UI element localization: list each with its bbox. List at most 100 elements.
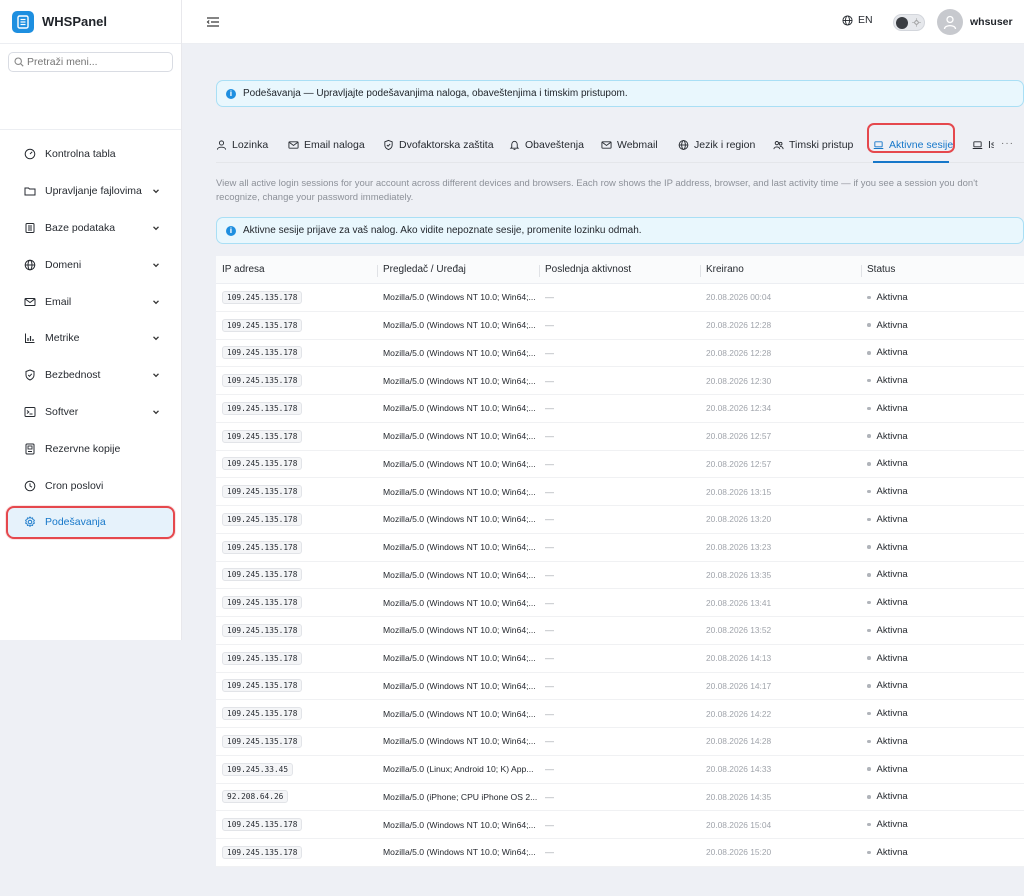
- gear-icon: [24, 516, 36, 528]
- ip-cell: 109.245.135.178: [216, 485, 377, 499]
- browser-cell: Mozilla/5.0 (Windows NT 10.0; Win64;...: [383, 292, 536, 303]
- sidebar-item-kontrolna-tabla[interactable]: Kontrolna tabla: [0, 136, 181, 173]
- status-badge: Aktivna: [867, 403, 1024, 414]
- status-label: Aktivna: [876, 319, 908, 331]
- chevron-down-icon[interactable]: [151, 186, 161, 196]
- tab-dvofaktorska-zastita[interactable]: Dvofaktorska zaštita: [383, 128, 494, 161]
- created-cell: 20.08.2026 13:15: [706, 486, 772, 497]
- chevron-down-icon[interactable]: [151, 407, 161, 417]
- tab-timski-pristup[interactable]: Timski pristup: [773, 128, 853, 161]
- status-cell: Aktivna: [861, 514, 1024, 525]
- tab-is[interactable]: Is: [972, 128, 994, 161]
- browser-cell: Mozilla/5.0 (Windows NT 10.0; Win64;...: [383, 625, 536, 636]
- username[interactable]: whsuser: [970, 16, 1013, 28]
- sidebar-item-softver[interactable]: Softver: [0, 394, 181, 431]
- chevron-down-icon[interactable]: [151, 333, 161, 343]
- menu-toggle-icon[interactable]: [206, 15, 220, 29]
- chevron-down-icon[interactable]: [151, 223, 161, 233]
- sidebar-item-label: Baze podataka: [45, 221, 116, 234]
- last-activity-cell: —: [545, 597, 554, 608]
- table-row: 109.245.135.178 Mozilla/5.0 (Windows NT 1…: [216, 395, 1024, 423]
- chevron-down-icon[interactable]: [151, 297, 161, 307]
- tab-aktivne-sesije[interactable]: Aktivne sesije: [873, 128, 953, 163]
- ip-address: 109.245.135.178: [222, 512, 303, 526]
- status-label: Aktivna: [876, 624, 908, 636]
- sidebar-search: [0, 44, 181, 130]
- created-cell: 20.08.2026 15:20: [706, 847, 772, 858]
- tab-email-naloga[interactable]: Email naloga: [288, 128, 365, 161]
- last-activity-cell: —: [545, 708, 554, 719]
- column-header-last-activity[interactable]: Poslednja aktivnost: [539, 264, 700, 277]
- ip-cell: 109.245.135.178: [216, 734, 377, 748]
- tab-webmail[interactable]: Webmail: [601, 128, 658, 161]
- sidebar-item-rezervne-kopije[interactable]: Rezervne kopije: [0, 430, 181, 467]
- browser-cell: Mozilla/5.0 (Windows NT 10.0; Win64;...: [383, 680, 536, 691]
- sidebar-item-metrike[interactable]: Metrike: [0, 320, 181, 357]
- status-label: Aktivna: [876, 402, 908, 414]
- sidebar-item-label: Rezervne kopije: [45, 442, 121, 455]
- chevron-down-icon[interactable]: [151, 260, 161, 270]
- globe-icon: [24, 259, 36, 271]
- ip-address: 109.245.135.178: [222, 290, 303, 304]
- created-cell: 20.08.2026 14:13: [706, 653, 772, 664]
- tab-label: Aktivne sesije: [889, 138, 954, 151]
- sidebar-item-bezbednost[interactable]: Bezbednost: [0, 357, 181, 394]
- last-activity-cell: —: [545, 653, 554, 664]
- last-activity-cell: —: [545, 431, 554, 442]
- created-cell: 20.08.2026 14:35: [706, 791, 772, 802]
- sidebar-item-domeni[interactable]: Domeni: [0, 246, 181, 283]
- laptop-icon: [972, 139, 983, 150]
- ip-cell: 109.245.135.178: [216, 429, 377, 443]
- mail-icon: [288, 139, 299, 150]
- tab-obavestenja[interactable]: Obaveštenja: [509, 128, 584, 161]
- ip-address: 109.245.135.178: [222, 845, 303, 859]
- sidebar-item-upravljanje-fajlovima[interactable]: Upravljanje fajlovima: [0, 173, 181, 210]
- browser-cell: Mozilla/5.0 (Windows NT 10.0; Win64;...: [383, 569, 536, 580]
- created-cell: 20.08.2026 12:28: [706, 347, 772, 358]
- info-icon: i: [226, 88, 236, 99]
- status-badge: Aktivna: [867, 819, 1024, 830]
- status-badge: Aktivna: [867, 597, 1024, 608]
- status-label: Aktivna: [876, 458, 908, 470]
- status-cell: Aktivna: [861, 431, 1024, 442]
- browser-cell: Mozilla/5.0 (Windows NT 10.0; Win64;...: [383, 458, 536, 469]
- status-cell: Aktivna: [861, 625, 1024, 636]
- table-row: 109.245.135.178 Mozilla/5.0 (Windows NT 1…: [216, 506, 1024, 534]
- ip-address: 109.245.135.178: [222, 401, 303, 415]
- status-label: Aktivna: [876, 708, 908, 720]
- ip-address: 109.245.135.178: [222, 568, 303, 582]
- status-cell: Aktivna: [861, 569, 1024, 580]
- user-icon: [216, 139, 227, 150]
- tabs-more-button[interactable]: ···: [1001, 138, 1014, 149]
- column-header-browser[interactable]: Pregledač / Uređaj: [377, 264, 539, 277]
- tab-jezik-i-region[interactable]: Jezik i region: [678, 128, 755, 161]
- avatar[interactable]: [937, 9, 963, 35]
- status-badge: Aktivna: [867, 458, 1024, 469]
- sidebar-item-email[interactable]: Email: [0, 283, 181, 320]
- language-switcher[interactable]: EN: [842, 14, 873, 26]
- created-cell: 20.08.2026 15:04: [706, 819, 772, 830]
- sidebar-item-baze-podataka[interactable]: Baze podataka: [0, 210, 181, 247]
- tab-lozinka[interactable]: Lozinka: [216, 128, 268, 161]
- search-input[interactable]: [27, 56, 167, 68]
- column-header-ip[interactable]: IP adresa: [216, 264, 377, 275]
- sidebar-item-cron-poslovi[interactable]: Cron poslovi: [0, 467, 181, 504]
- search-box[interactable]: [8, 52, 173, 72]
- created-cell: 20.08.2026 00:04: [706, 292, 772, 303]
- chevron-down-icon[interactable]: [151, 370, 161, 380]
- ip-address: 109.245.135.178: [222, 318, 303, 332]
- sidebar-item-podesavanja[interactable]: Podešavanja: [0, 504, 181, 541]
- ip-address: 109.245.135.178: [222, 818, 303, 832]
- status-dot: [867, 434, 871, 438]
- folder-icon: [24, 185, 36, 197]
- browser-cell: Mozilla/5.0 (Windows NT 10.0; Win64;...: [383, 486, 536, 497]
- tab-label: Timski pristup: [789, 138, 854, 151]
- theme-toggle[interactable]: [893, 14, 925, 31]
- browser-cell: Mozilla/5.0 (Windows NT 10.0; Win64;...: [383, 708, 536, 719]
- brand[interactable]: WHSPanel: [0, 0, 181, 44]
- column-header-status[interactable]: Status: [861, 264, 1024, 277]
- created-cell: 20.08.2026 14:28: [706, 736, 772, 747]
- sessions-info-text: Aktivne sesije prijave za vaš nalog. Ako…: [243, 225, 642, 236]
- info-icon: i: [226, 225, 236, 236]
- column-header-created[interactable]: Kreirano: [700, 264, 861, 277]
